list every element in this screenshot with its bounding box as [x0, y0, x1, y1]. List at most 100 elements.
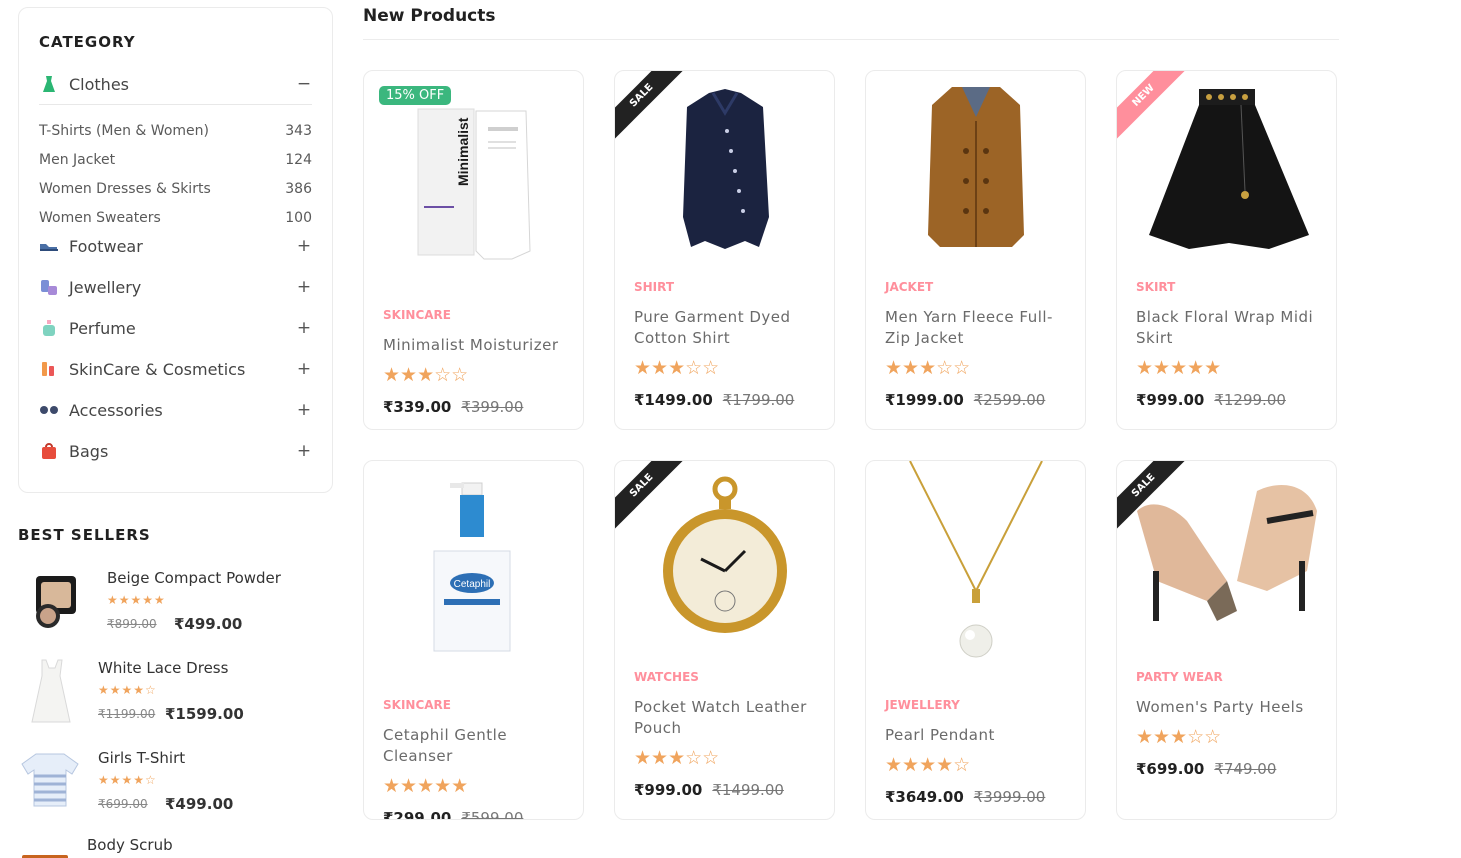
rating-stars: ★★★☆☆: [383, 364, 469, 386]
category-bags[interactable]: Bags +: [39, 439, 312, 463]
category-accessories[interactable]: Accessories +: [39, 398, 312, 422]
product-name[interactable]: Pure Garment Dyed Cotton Shirt: [634, 307, 819, 349]
rating-stars: ★★★☆☆: [885, 357, 971, 379]
striped-tshirt-image: [20, 750, 80, 814]
product-category[interactable]: SKINCARE: [383, 698, 451, 712]
best-seller-name[interactable]: Girls T-Shirt: [98, 749, 185, 767]
price-row: ₹1999.00 ₹2599.00: [885, 391, 1045, 409]
category-footwear[interactable]: Footwear +: [39, 234, 312, 258]
svg-text:Cetaphil: Cetaphil: [454, 579, 491, 590]
compact-powder-image: [28, 572, 88, 636]
expand-icon[interactable]: +: [296, 277, 312, 297]
dress-icon: [39, 74, 59, 94]
price: ₹499.00: [174, 615, 243, 633]
subcategory-item[interactable]: Women Dresses & Skirts 386: [39, 181, 312, 197]
product-card[interactable]: SALE WATCHES Pocket Watch Leather Pouch …: [614, 460, 835, 820]
divider: [39, 104, 312, 105]
best-seller-item[interactable]: White Lace Dress ★★★★☆ ₹1199.00 ₹1599.00: [18, 656, 318, 736]
subcategory-count: 100: [285, 210, 312, 226]
price-row: ₹299.00 ₹599.00: [383, 809, 524, 820]
product-card[interactable]: Minimalist 15% OFF SKINCARE Minimalist M…: [363, 70, 584, 430]
expand-icon[interactable]: +: [296, 236, 312, 256]
product-name[interactable]: Women's Party Heels: [1136, 697, 1321, 718]
rating-stars: ★★★★★: [1136, 357, 1222, 379]
category-label: Accessories: [69, 400, 163, 420]
product-name[interactable]: Minimalist Moisturizer: [383, 335, 568, 356]
best-sellers-title: BEST SELLERS: [18, 526, 151, 544]
category-skincare[interactable]: SkinCare & Cosmetics +: [39, 357, 312, 381]
body-scrub-image: [20, 848, 80, 858]
product-image: [866, 461, 1085, 661]
old-price: ₹1499.00: [712, 781, 784, 799]
subcategory-count: 386: [285, 181, 312, 197]
category-label: Clothes: [69, 74, 129, 94]
best-seller-item[interactable]: Body Scrub: [18, 834, 318, 858]
product-category[interactable]: SKIRT: [1136, 280, 1175, 294]
category-label: Footwear: [69, 236, 143, 256]
subcategory-label: T-Shirts (Men & Women): [39, 123, 209, 139]
product-card[interactable]: JACKET Men Yarn Fleece Full-Zip Jacket ★…: [865, 70, 1086, 430]
category-label: Jewellery: [69, 277, 142, 297]
product-name[interactable]: Black Floral Wrap Midi Skirt: [1136, 307, 1321, 349]
product-name[interactable]: Cetaphil Gentle Cleanser: [383, 725, 568, 767]
lace-dress-image: [24, 658, 84, 723]
product-category[interactable]: JACKET: [885, 280, 933, 294]
category-clothes[interactable]: Clothes −: [39, 72, 312, 96]
bag-icon: [39, 441, 59, 461]
expand-icon[interactable]: +: [296, 400, 312, 420]
rating-stars: ★★★★☆: [98, 773, 157, 787]
price: ₹999.00: [634, 781, 703, 799]
best-seller-item[interactable]: Girls T-Shirt ★★★★☆ ₹699.00 ₹499.00: [18, 746, 318, 826]
old-price: ₹899.00: [107, 617, 157, 631]
old-price: ₹599.00: [461, 809, 524, 820]
product-card[interactable]: Cetaphil SKINCARE Cetaphil Gentle Cleans…: [363, 460, 584, 820]
perfume-icon: [39, 318, 59, 338]
product-category[interactable]: WATCHES: [634, 670, 699, 684]
product-card[interactable]: NEW SKIRT Black Floral Wrap Midi Skirt ★…: [1116, 70, 1337, 430]
subcategory-item[interactable]: T-Shirts (Men & Women) 343: [39, 123, 312, 139]
price: ₹3649.00: [885, 788, 964, 806]
product-card[interactable]: SALE SHIRT Pure Garment Dyed Cotton Shir…: [614, 70, 835, 430]
product-name[interactable]: Men Yarn Fleece Full-Zip Jacket: [885, 307, 1070, 349]
best-seller-name[interactable]: Beige Compact Powder: [107, 569, 281, 587]
old-price: ₹3999.00: [973, 788, 1046, 806]
old-price: ₹399.00: [461, 398, 524, 416]
category-jewellery[interactable]: Jewellery +: [39, 275, 312, 299]
subcategory-label: Men Jacket: [39, 152, 116, 168]
product-name[interactable]: Pocket Watch Leather Pouch: [634, 697, 819, 739]
product-image: Cetaphil: [364, 461, 583, 661]
price-row: ₹999.00 ₹1499.00: [634, 781, 784, 799]
best-seller-name[interactable]: White Lace Dress: [98, 659, 228, 677]
subcategory-label: Women Dresses & Skirts: [39, 181, 211, 197]
price: ₹1499.00: [634, 391, 713, 409]
product-name[interactable]: Pearl Pendant: [885, 725, 1070, 746]
product-card[interactable]: SALE PARTY WEAR Women's Party Heels ★★★☆…: [1116, 460, 1337, 820]
product-category[interactable]: PARTY WEAR: [1136, 670, 1223, 684]
rating-stars: ★★★★☆: [885, 754, 971, 776]
expand-icon[interactable]: +: [296, 441, 312, 461]
category-label: SkinCare & Cosmetics: [69, 359, 246, 379]
collapse-icon[interactable]: −: [296, 74, 312, 94]
best-seller-item[interactable]: Beige Compact Powder ★★★★★ ₹899.00 ₹499.…: [18, 566, 318, 646]
product-category[interactable]: SKINCARE: [383, 308, 451, 322]
product-category[interactable]: SHIRT: [634, 280, 674, 294]
rating-stars: ★★★☆☆: [634, 747, 720, 769]
glasses-icon: [39, 400, 59, 420]
divider: [363, 39, 1339, 40]
old-price: ₹749.00: [1214, 760, 1277, 778]
expand-icon[interactable]: +: [296, 359, 312, 379]
product-card[interactable]: JEWELLERY Pearl Pendant ★★★★☆ ₹3649.00 ₹3…: [865, 460, 1086, 820]
expand-icon[interactable]: +: [296, 318, 312, 338]
rating-stars: ★★★★☆: [98, 683, 157, 697]
category-perfume[interactable]: Perfume +: [39, 316, 312, 340]
best-seller-name[interactable]: Body Scrub: [87, 836, 173, 854]
subcategory-item[interactable]: Women Sweaters 100: [39, 210, 312, 226]
price: ₹299.00: [383, 809, 452, 820]
price: ₹699.00: [1136, 760, 1205, 778]
subcategory-label: Women Sweaters: [39, 210, 161, 226]
subcategory-item[interactable]: Men Jacket 124: [39, 152, 312, 168]
price: ₹1599.00: [165, 705, 244, 723]
product-category[interactable]: JEWELLERY: [885, 698, 960, 712]
discount-badge: 15% OFF: [379, 86, 452, 105]
cosmetics-icon: [39, 359, 59, 379]
